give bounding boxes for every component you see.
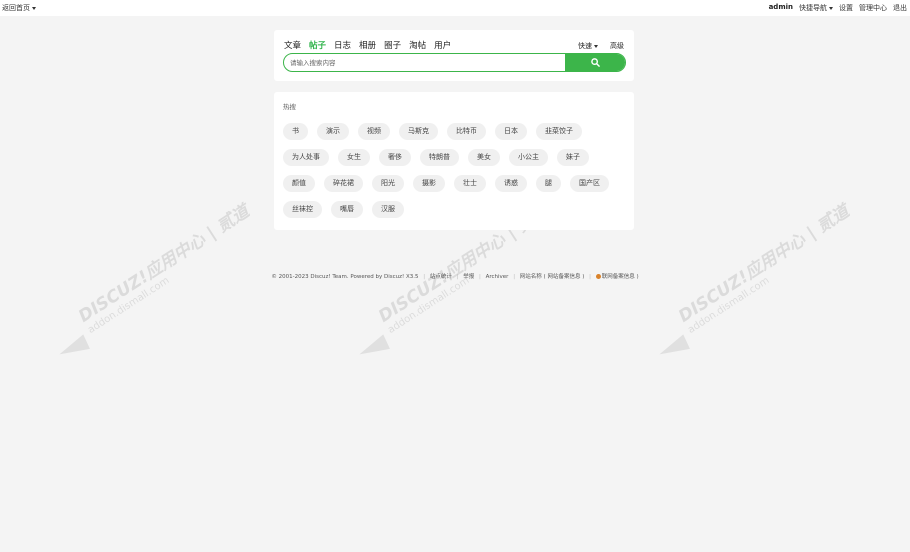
search-tabs: 文章 帖子 日志 相册 圈子 淘帖 用户 — [284, 39, 451, 56]
logout-link[interactable]: 退出 — [893, 3, 907, 13]
footer-link-report[interactable]: 举报 — [463, 274, 474, 280]
hot-tag[interactable]: 马斯克 — [399, 123, 438, 140]
chevron-down-icon — [594, 44, 598, 48]
admin-center-link[interactable]: 管理中心 — [859, 3, 887, 13]
tag-row: 为人处事 女生 奢侈 特朗普 美女 小公主 妹子 — [283, 149, 628, 166]
hot-tag[interactable]: 日本 — [495, 123, 527, 140]
footer-separator: | — [589, 274, 591, 280]
tab-collections[interactable]: 淘帖 — [409, 39, 426, 51]
police-badge-icon — [595, 274, 601, 279]
watermark-logo-2 — [356, 334, 390, 362]
footer-separator: | — [513, 274, 516, 280]
hot-tag[interactable]: 视频 — [358, 123, 390, 140]
hot-tag[interactable]: 碎花裙 — [324, 175, 363, 192]
chevron-down-icon — [829, 6, 833, 10]
tag-row: 颜值 碎花裙 阳光 摄影 壮士 诱惑 腿 国产区 — [283, 175, 628, 192]
footer-link-archiver[interactable]: Archiver — [486, 274, 509, 280]
hot-tag[interactable]: 腿 — [536, 175, 561, 192]
hot-tag[interactable]: 嘴唇 — [331, 201, 363, 218]
hot-tag[interactable]: 颜值 — [283, 175, 315, 192]
hot-tag[interactable]: 女生 — [338, 149, 370, 166]
search-card: 文章 帖子 日志 相册 圈子 淘帖 用户 快速 高级 — [274, 30, 634, 81]
hot-tag[interactable]: 摄影 — [413, 175, 445, 192]
hot-tags: 书 演示 视频 马斯克 比特币 日本 韭菜饺子 为人处事 女生 奢侈 特朗普 美… — [283, 123, 628, 227]
search-bar — [283, 53, 626, 72]
quick-nav-menu[interactable]: 快捷导航 — [799, 3, 833, 13]
back-home-link[interactable]: 返回首页 — [2, 3, 36, 13]
chevron-down-icon — [32, 6, 36, 10]
search-button[interactable] — [565, 54, 625, 71]
footer-separator: | — [478, 274, 481, 280]
footer: © 2001-2023 Discuz! Team. Powered by Dis… — [0, 272, 910, 280]
footer-separator: | — [423, 274, 426, 280]
hot-tag[interactable]: 妹子 — [557, 149, 589, 166]
footer-link-icp[interactable]: 网站名称 ( 网站备案信息 ) — [520, 274, 585, 280]
tab-articles[interactable]: 文章 — [284, 39, 301, 51]
tab-albums[interactable]: 相册 — [359, 39, 376, 51]
quick-search-dropdown[interactable]: 快速 — [578, 41, 598, 51]
hot-tag[interactable]: 特朗普 — [420, 149, 459, 166]
copyright-text: © 2001-2023 Discuz! Team. Powered by Dis… — [271, 274, 419, 280]
hot-tag[interactable]: 韭菜饺子 — [536, 123, 582, 140]
top-right-nav: admin 快捷导航 设置 管理中心 退出 — [769, 3, 907, 13]
tag-row: 丝袜控 嘴唇 汉服 — [283, 201, 628, 218]
hot-tag[interactable]: 演示 — [317, 123, 349, 140]
hot-tag[interactable]: 阳光 — [372, 175, 404, 192]
hot-tag[interactable]: 比特币 — [447, 123, 486, 140]
tab-posts[interactable]: 帖子 — [309, 39, 326, 56]
footer-link-stats[interactable]: 站点统计 — [430, 274, 452, 280]
hot-tag[interactable]: 壮士 — [454, 175, 486, 192]
hot-tag[interactable]: 小公主 — [509, 149, 548, 166]
hot-tag[interactable]: 奢侈 — [379, 149, 411, 166]
hot-search-title: 热搜 — [283, 103, 296, 111]
tab-blogs[interactable]: 日志 — [334, 39, 351, 51]
username-link[interactable]: admin — [769, 3, 793, 13]
search-icon — [590, 58, 600, 67]
footer-separator: | — [456, 274, 459, 280]
hot-tag[interactable]: 丝袜控 — [283, 201, 322, 218]
search-input[interactable] — [284, 54, 574, 71]
top-bar: 返回首页 admin 快捷导航 设置 管理中心 退出 — [0, 0, 910, 16]
advanced-search-link[interactable]: 高级 — [610, 41, 624, 51]
hot-tag[interactable]: 为人处事 — [283, 149, 329, 166]
watermark-logo-3 — [656, 334, 690, 362]
tab-groups[interactable]: 圈子 — [384, 39, 401, 51]
footer-link-police[interactable]: 联网备案信息 ) — [602, 274, 639, 280]
tab-users[interactable]: 用户 — [434, 39, 451, 51]
hot-tag[interactable]: 汉服 — [372, 201, 404, 218]
hot-tag[interactable]: 书 — [283, 123, 308, 140]
watermark-logo-1 — [56, 334, 90, 362]
hot-tag[interactable]: 美女 — [468, 149, 500, 166]
settings-link[interactable]: 设置 — [839, 3, 853, 13]
tag-row: 书 演示 视频 马斯克 比特币 日本 韭菜饺子 — [283, 123, 628, 140]
hot-search-card: 热搜 书 演示 视频 马斯克 比特币 日本 韭菜饺子 为人处事 女生 奢侈 特朗… — [274, 92, 634, 230]
watermark-3: DISCUZ!应用中心 | 贰道 addon.dismall.com — [675, 201, 853, 336]
watermark-1: DISCUZ!应用中心 | 贰道 addon.dismall.com — [75, 201, 253, 336]
hot-tag[interactable]: 诱惑 — [495, 175, 527, 192]
hot-tag[interactable]: 国产区 — [570, 175, 609, 192]
